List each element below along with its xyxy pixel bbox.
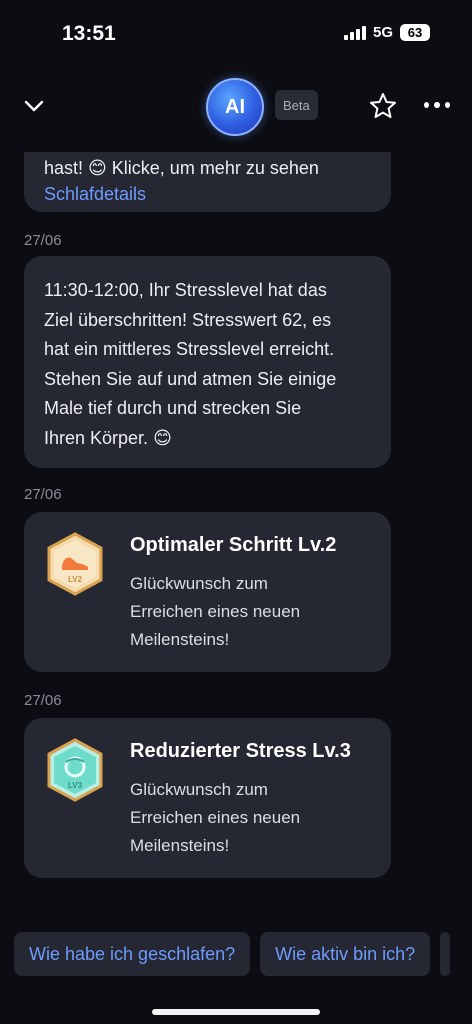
sleep-message-bubble: hast! 😊 Klicke, um mehr zu sehen Schlafd… [24,152,391,212]
more-dots-icon[interactable] [424,102,450,110]
shoe-badge-icon: LV2 [46,532,104,596]
message-line: Male tief durch und strecken Sie [44,398,302,418]
achievement-desc: Glückwunsch zum Erreichen eines neuen Me… [130,776,370,860]
achievement-card-stress[interactable]: LV3 Reduzierter Stress Lv.3 Glückwunsch … [24,718,391,878]
desc-line: Erreichen eines neuen [130,602,301,621]
suggestion-chip-more[interactable] [440,932,451,976]
desc-line: Erreichen eines neuen [130,808,301,827]
achievement-desc: Glückwunsch zum Erreichen eines neuen Me… [130,570,370,654]
desc-line: Glückwunsch zum [130,780,268,799]
battery-icon: 63 [400,24,430,41]
suggestion-chip-activity[interactable]: Wie aktiv bin ich? [260,932,431,976]
desc-line: Meilensteins! [130,630,230,649]
achievement-title: Reduzierter Stress Lv.3 [130,740,351,762]
star-icon[interactable] [368,91,398,121]
message-date: 27/06 [24,692,62,709]
chevron-down-icon[interactable] [20,92,48,120]
message-date: 27/06 [24,486,62,503]
suggestion-chips: Wie habe ich geschlafen? Wie aktiv bin i… [14,932,472,976]
badge-level-label: LV3 [68,781,83,790]
message-line: Ihren Körper. 😊 [44,427,172,448]
message-line: Stehen Sie auf und atmen Sie einige [44,368,337,389]
sleep-details-link[interactable]: Schlafdetails [44,184,146,204]
desc-line: Glückwunsch zum [130,574,268,593]
message-line: 11:30-12:00, Ihr Stresslevel hat das [44,280,327,300]
suggestion-chip-sleep[interactable]: Wie habe ich geschlafen? [14,932,251,976]
stress-badge-icon: LV3 [46,738,104,802]
achievement-card-steps[interactable]: LV2 Optimaler Schritt Lv.2 Glückwunsch z… [24,512,391,672]
home-indicator[interactable] [152,1009,320,1015]
message-date: 27/06 [24,232,62,249]
status-time: 13:51 [62,22,116,45]
desc-line: Meilensteins! [130,836,230,855]
message-line: Ziel überschritten! Stresswert 62, es [44,309,332,330]
network-type: 5G [372,24,393,41]
signal-icon [343,25,366,40]
beta-badge: Beta [275,90,318,120]
message-line: hat ein mittleres Stresslevel erreicht. [44,339,335,359]
message-text: hast! 😊 Klicke, um mehr zu sehen [44,158,319,178]
status-indicators: 5G 63 [343,24,430,41]
status-bar: 13:51 5G 63 [0,0,472,70]
chat-feed[interactable]: hast! 😊 Klicke, um mehr zu sehen Schlafd… [0,152,472,912]
app-header: AI Beta [0,74,472,138]
stress-message-bubble: 11:30-12:00, Ihr Stresslevel hat das Zie… [24,256,391,468]
assistant-logo[interactable]: AI [206,78,264,136]
badge-level-label: LV2 [68,575,83,584]
achievement-title: Optimaler Schritt Lv.2 [130,534,337,556]
